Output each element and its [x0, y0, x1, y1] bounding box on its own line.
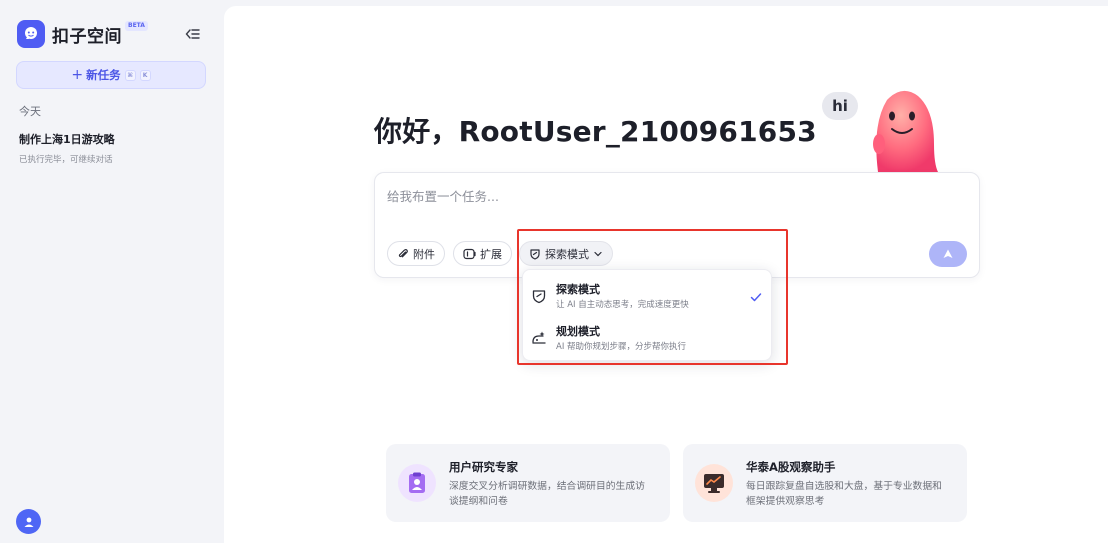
user-icon: [24, 517, 33, 527]
agent-card-title: 用户研究专家: [449, 460, 518, 474]
explore-mode-icon: [532, 290, 546, 304]
agent-card-desc: 每日跟踪复盘自选股和大盘，基于专业数据和框架提供观察思考: [746, 481, 942, 507]
mode-select-label: 探索模式: [545, 247, 589, 261]
new-task-label: 新任务: [86, 68, 121, 82]
beta-badge: BETA: [125, 21, 148, 31]
section-today-label: 今天: [19, 105, 41, 118]
extension-label: 扩展: [480, 247, 502, 261]
mode-option-desc: AI 帮助你规划步骤，分步帮你执行: [556, 342, 687, 352]
mode-select-button[interactable]: 探索模式: [519, 241, 613, 266]
paperclip-icon: [398, 248, 408, 257]
collapse-sidebar-icon[interactable]: [184, 26, 202, 42]
mode-option-name: 规划模式: [556, 325, 600, 338]
task-input[interactable]: [387, 185, 947, 207]
check-icon: [750, 293, 762, 302]
monitor-chart-icon: [704, 474, 724, 493]
mode-option-name: 探索模式: [556, 283, 600, 296]
agent-card-title: 华泰A股观察助手: [746, 460, 836, 474]
mascot-icon: [873, 90, 938, 172]
mode-option-explore[interactable]: 探索模式 让 AI 自主动态思考，完成速度更快: [523, 278, 773, 318]
history-item[interactable]: 制作上海1日游攻略 已执行完毕，可继续对话: [19, 131, 209, 165]
plan-mode-icon: [532, 331, 546, 344]
extension-button[interactable]: 扩展: [453, 241, 512, 266]
agent-avatar: [695, 464, 733, 502]
brand-logo-icon: [17, 20, 45, 48]
agent-card-desc: 深度交叉分析调研数据，结合调研目的生成访谈提纲和问卷: [449, 481, 645, 507]
agent-avatar: [398, 464, 436, 502]
send-button[interactable]: [929, 241, 967, 267]
mode-dropdown-menu: 探索模式 让 AI 自主动态思考，完成速度更快 规划模式 AI 帮助你规划步骤，…: [522, 269, 772, 361]
shortcut-key-cmd: ⌘: [124, 69, 136, 81]
history-item-subtitle: 已执行完毕，可继续对话: [19, 155, 113, 165]
task-composer: 附件 扩展 探索模式: [374, 172, 980, 278]
send-arrow-icon: [943, 249, 953, 258]
attach-button[interactable]: 附件: [387, 241, 445, 266]
sidebar: 扣子空间 BETA + 新任务 ⌘ K 今天 制作上海1日游攻略 已执行完毕，可…: [0, 0, 224, 543]
agent-card-user-research[interactable]: 用户研究专家 深度交叉分析调研数据，结合调研目的生成访谈提纲和问卷: [386, 444, 670, 522]
clipboard-user-icon: [409, 472, 425, 493]
chevron-down-icon: [594, 251, 602, 256]
explore-mode-icon: [530, 248, 540, 260]
extension-icon: [463, 248, 476, 259]
history-item-title: 制作上海1日游攻略: [19, 133, 115, 146]
greeting-title: 你好，RootUser_2100961653: [374, 115, 817, 148]
brand-name: 扣子空间: [52, 26, 122, 47]
brand[interactable]: 扣子空间 BETA: [17, 20, 148, 48]
mascot: hi: [822, 84, 952, 174]
main-panel: 你好，RootUser_2100961653 hi 附件: [224, 6, 1108, 543]
attach-label: 附件: [413, 247, 435, 261]
shortcut-key-k: K: [139, 69, 151, 81]
user-avatar[interactable]: [16, 509, 41, 534]
agent-card-htsc-a-share[interactable]: 华泰A股观察助手 每日跟踪复盘自选股和大盘，基于专业数据和框架提供观察思考: [683, 444, 967, 522]
mode-option-plan[interactable]: 规划模式 AI 帮助你规划步骤，分步帮你执行: [523, 320, 773, 360]
mode-option-desc: 让 AI 自主动态思考，完成速度更快: [556, 300, 689, 310]
plus-icon: +: [71, 67, 84, 83]
new-task-button[interactable]: + 新任务 ⌘ K: [16, 61, 206, 89]
hi-bubble: hi: [822, 92, 858, 120]
